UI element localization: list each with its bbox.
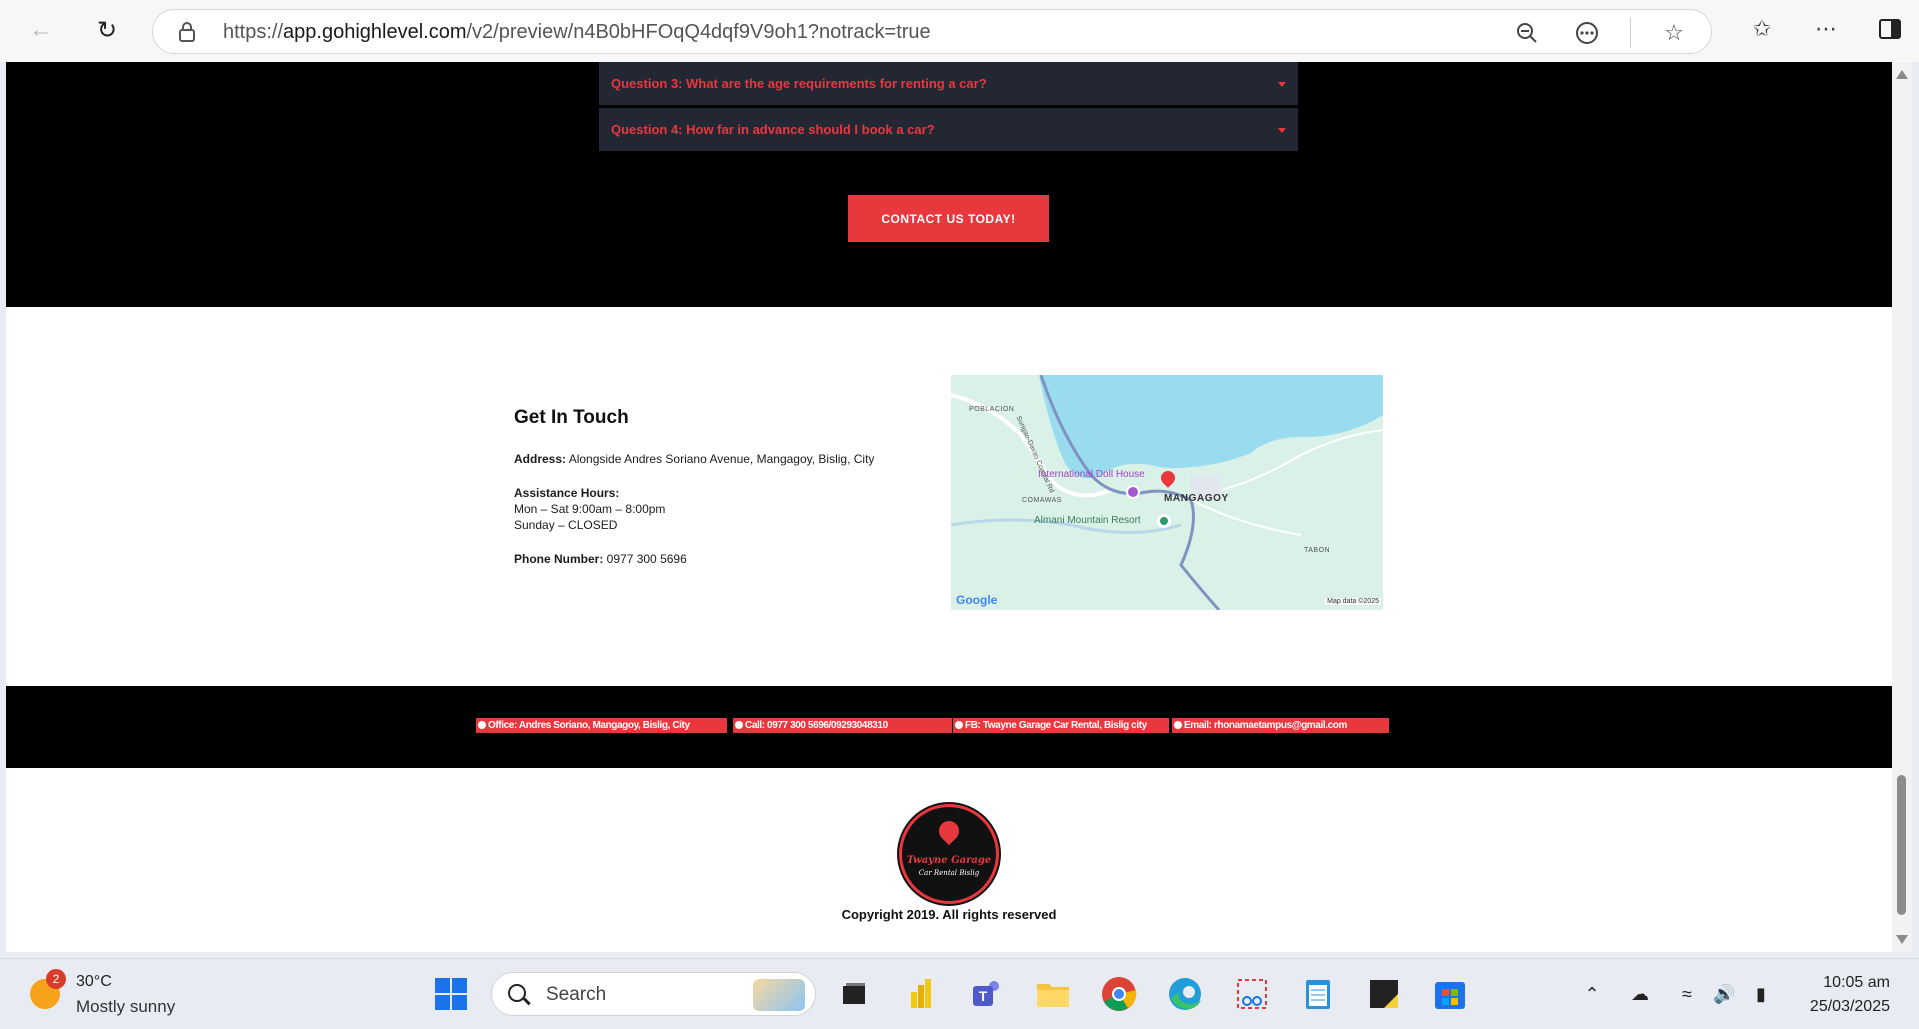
contact-us-button[interactable]: CONTACT US TODAY! bbox=[848, 195, 1049, 242]
url-prefix: https:// bbox=[223, 21, 284, 43]
windows-start-icon[interactable] bbox=[431, 974, 471, 1014]
footer-office[interactable]: Office: Andres Soriano, Mangagoy, Bislig… bbox=[476, 718, 727, 733]
snipping-tool-icon[interactable] bbox=[1232, 974, 1272, 1014]
facebook-icon bbox=[955, 721, 963, 729]
contact-info: Get In Touch Address: Alongside Andres S… bbox=[514, 407, 934, 567]
chrome-icon[interactable] bbox=[1099, 974, 1139, 1014]
email-icon bbox=[1174, 721, 1182, 729]
chevron-down-icon bbox=[1278, 128, 1286, 133]
footer-facebook[interactable]: FB: Twayne Garage Car Rental, Bislig cit… bbox=[953, 718, 1169, 733]
museum-marker-icon[interactable] bbox=[1126, 485, 1140, 499]
taskbar-search[interactable]: Search bbox=[491, 972, 816, 1016]
notepad-icon[interactable] bbox=[1298, 974, 1338, 1014]
hours-weekday: Mon – Sat 9:00am – 8:00pm bbox=[514, 502, 666, 516]
map-label-mangagoy: MANGAGOY bbox=[1164, 493, 1229, 504]
location-pin-icon bbox=[478, 721, 486, 729]
address-line: Address: Alongside Andres Soriano Avenue… bbox=[514, 451, 934, 467]
chevron-down-icon bbox=[1278, 82, 1286, 87]
wifi-icon[interactable]: ≈ bbox=[1676, 983, 1698, 1005]
car-pin-icon bbox=[934, 816, 964, 846]
star-icon[interactable]: ☆ bbox=[1657, 16, 1691, 50]
copyright-text: Copyright 2019. All rights reserved bbox=[841, 907, 1057, 922]
brand-logo: Twayne Garage Car Rental Bislig bbox=[899, 804, 999, 904]
faq-question-4[interactable]: Question 4: How far in advance should I … bbox=[599, 108, 1298, 151]
logo-subtitle: Car Rental Bislig bbox=[918, 869, 980, 877]
browser-toolbar: ← ↻ https://app.gohighlevel.com/v2/previ… bbox=[0, 0, 1919, 62]
page-viewport: Question 3: What are the age requirement… bbox=[6, 62, 1892, 952]
scrollbar-thumb[interactable] bbox=[1897, 775, 1906, 915]
phone-label: Phone Number: bbox=[514, 552, 604, 566]
footer-email[interactable]: Email: rhonamaetampus@gmail.com bbox=[1172, 718, 1389, 733]
clock-date: 25/03/2025 bbox=[1809, 998, 1890, 1015]
map-label-resort[interactable]: Almani Mountain Resort bbox=[1034, 515, 1141, 526]
lock-icon bbox=[179, 22, 195, 42]
task-view-icon[interactable] bbox=[834, 974, 874, 1014]
address-label: Address: bbox=[514, 452, 567, 466]
contact-title: Get In Touch bbox=[514, 407, 629, 428]
system-clock[interactable]: 10:05 am 25/03/2025 bbox=[1810, 971, 1890, 1019]
weather-condition: Mostly sunny bbox=[76, 997, 176, 1016]
file-explorer-icon[interactable] bbox=[1033, 974, 1073, 1014]
map-label-poblacion: POBLACION bbox=[969, 406, 1015, 413]
refresh-icon[interactable]: ↻ bbox=[89, 12, 125, 48]
weather-temperature: 30°C bbox=[76, 973, 112, 990]
chevron-up-icon[interactable]: ⌃ bbox=[1581, 983, 1603, 1005]
favorites-icon[interactable]: ✩ bbox=[1745, 12, 1779, 46]
hours-sunday: Sunday – CLOSED bbox=[514, 518, 618, 532]
back-arrow-icon[interactable]: ← bbox=[23, 12, 59, 48]
whatsapp-icon bbox=[735, 721, 743, 729]
teams-icon[interactable]: T bbox=[967, 974, 1007, 1014]
contact-section: Get In Touch Address: Alongside Andres S… bbox=[6, 307, 1892, 687]
page-scrollbar[interactable] bbox=[1892, 62, 1912, 952]
sidebar-toggle-icon[interactable] bbox=[1873, 12, 1907, 46]
search-label: Search bbox=[546, 984, 607, 1005]
hours-label: Assistance Hours: bbox=[514, 486, 620, 500]
edge-icon[interactable] bbox=[1165, 974, 1205, 1014]
logo-title: Twayne Garage bbox=[906, 855, 992, 866]
sticky-notes-icon[interactable] bbox=[1364, 974, 1404, 1014]
faq-section: Question 3: What are the age requirement… bbox=[6, 62, 1892, 307]
map-data-credit: Map data ©2025 bbox=[1325, 598, 1381, 605]
microsoft-store-icon[interactable] bbox=[1430, 974, 1470, 1014]
more-circle-icon[interactable] bbox=[1570, 16, 1604, 50]
zoom-out-icon[interactable] bbox=[1510, 16, 1544, 50]
divider bbox=[1630, 18, 1631, 48]
faq-question-label: Question 3: What are the age requirement… bbox=[611, 76, 987, 91]
url-domain: app.gohighlevel.com bbox=[283, 21, 467, 43]
url-text[interactable]: https://app.gohighlevel.com/v2/preview/n… bbox=[223, 21, 931, 44]
power-bi-icon[interactable] bbox=[901, 974, 941, 1014]
footer-call[interactable]: Call: 0977 300 5696/09293048310 bbox=[733, 718, 952, 733]
faq-question-label: Question 4: How far in advance should I … bbox=[611, 122, 935, 137]
scroll-down-icon[interactable] bbox=[1896, 935, 1908, 944]
search-icon bbox=[508, 984, 526, 1002]
taskbar: 2 30°C Mostly sunny Search T ⌃ ☁ ≈ 🔊 ▮ 1… bbox=[0, 958, 1919, 1029]
google-logo: Google bbox=[956, 593, 998, 607]
more-menu-icon[interactable]: ⋯ bbox=[1809, 12, 1843, 46]
volume-icon[interactable]: 🔊 bbox=[1713, 983, 1735, 1005]
faq-question-3[interactable]: Question 3: What are the age requirement… bbox=[599, 62, 1298, 105]
map-label-tabon: TABON bbox=[1304, 547, 1331, 554]
address-bar[interactable]: https://app.gohighlevel.com/v2/preview/n… bbox=[152, 9, 1712, 54]
page-bottom: Twayne Garage Car Rental Bislig Copyrigh… bbox=[6, 768, 1892, 952]
scroll-up-icon[interactable] bbox=[1896, 70, 1908, 79]
park-marker-icon[interactable] bbox=[1157, 514, 1171, 528]
location-map[interactable]: POBLACION Surigao-Davao Coastal Rd Inter… bbox=[951, 375, 1383, 610]
clock-time: 10:05 am bbox=[1823, 974, 1890, 991]
svg-text:T: T bbox=[979, 988, 988, 1004]
phone-line: Phone Number: 0977 300 5696 bbox=[514, 551, 934, 567]
url-path: /v2/preview/n4B0bHFOqQ4dqf9V9oh1?notrack… bbox=[466, 21, 931, 43]
battery-icon[interactable]: ▮ bbox=[1750, 983, 1772, 1005]
address-value: Alongside Andres Soriano Avenue, Mangago… bbox=[566, 452, 875, 466]
phone-value: 0977 300 5696 bbox=[603, 552, 687, 566]
map-label-doll-house[interactable]: International Doll House bbox=[1038, 469, 1145, 480]
search-highlight-icon bbox=[753, 979, 805, 1011]
notification-badge: 2 bbox=[46, 969, 66, 989]
onedrive-icon[interactable]: ☁ bbox=[1629, 983, 1651, 1005]
map-label-comawas: COMAWAS bbox=[1022, 497, 1062, 504]
